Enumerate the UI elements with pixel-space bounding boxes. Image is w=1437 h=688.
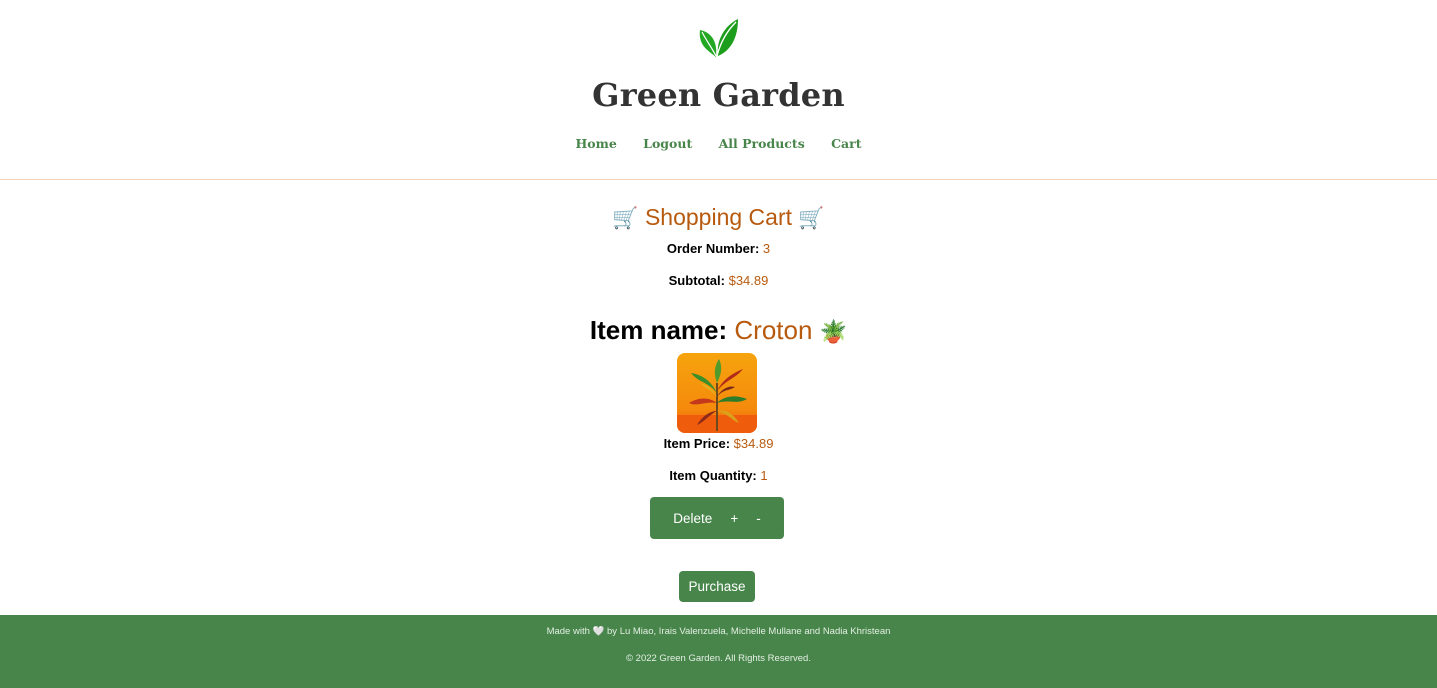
- item-name-heading: Item name: Croton 🪴: [0, 315, 1437, 346]
- item-quantity-value: 1: [760, 468, 768, 483]
- order-number-value: 3: [762, 241, 771, 256]
- potted-plant-icon: 🪴: [819, 319, 848, 344]
- croton-plant-image: [677, 353, 757, 433]
- footer-made-suffix: by Lu Miao, Irais Valenzuela, Michelle M…: [607, 626, 891, 637]
- cart-title-text: Shopping Cart: [644, 204, 793, 230]
- nav-logout[interactable]: Logout: [643, 136, 692, 151]
- item-name-label: Item name:: [589, 315, 728, 345]
- increase-quantity-button[interactable]: +: [721, 511, 747, 526]
- heart-icon: 🤍: [592, 626, 605, 637]
- shopping-cart-icon: 🛒: [612, 207, 639, 230]
- order-number-line: Order Number: 3: [0, 241, 1437, 256]
- item-quantity-line: Item Quantity: 1: [0, 468, 1437, 483]
- item-price-label: Item Price:: [663, 436, 731, 451]
- item-name-value: Croton: [734, 315, 813, 345]
- nav-home[interactable]: Home: [575, 136, 616, 151]
- brand-title: Green Garden: [592, 76, 845, 114]
- item-quantity-label: Item Quantity:: [669, 468, 757, 483]
- delete-button[interactable]: Delete: [664, 511, 721, 526]
- purchase-button[interactable]: Purchase: [679, 571, 755, 602]
- decrease-quantity-button[interactable]: -: [747, 511, 770, 526]
- item-price-line: Item Price: $34.89: [0, 436, 1437, 451]
- footer-copyright: © 2022 Green Garden. All Rights Reserved…: [626, 653, 811, 664]
- order-number-label: Order Number:: [666, 241, 760, 256]
- footer-made-prefix: Made with: [546, 626, 590, 637]
- shopping-cart-icon: 🛒: [798, 207, 825, 230]
- item-actions: Delete + -: [650, 497, 784, 539]
- nav-all-products[interactable]: All Products: [719, 136, 805, 151]
- site-header: Green Garden Home Logout All Products Ca…: [0, 0, 1437, 180]
- leaf-icon[interactable]: [696, 16, 740, 60]
- cart-main: 🛒 Shopping Cart 🛒 Order Number: 3 Subtot…: [0, 181, 1437, 615]
- cart-title: 🛒 Shopping Cart 🛒: [0, 204, 1437, 231]
- site-footer: Made with 🤍 by Lu Miao, Irais Valenzuela…: [0, 615, 1437, 688]
- subtotal-value: $34.89: [728, 273, 769, 288]
- nav-cart[interactable]: Cart: [831, 136, 861, 151]
- footer-credits: Made with 🤍 by Lu Miao, Irais Valenzuela…: [0, 626, 1437, 637]
- main-nav: Home Logout All Products Cart: [0, 136, 1437, 151]
- subtotal-line: Subtotal: $34.89: [0, 273, 1437, 288]
- item-price-value: $34.89: [733, 436, 774, 451]
- subtotal-label: Subtotal:: [668, 273, 725, 288]
